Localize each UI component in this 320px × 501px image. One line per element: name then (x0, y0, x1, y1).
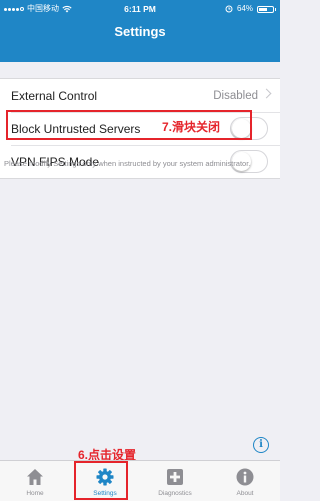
tab-bar: Home Settings Diagnostics About (0, 460, 280, 501)
settings-note: Please modify Settings only when instruc… (4, 159, 251, 168)
tab-label: Diagnostics (158, 490, 192, 497)
tab-diagnostics[interactable]: Diagnostics (140, 461, 210, 501)
tab-label: Home (26, 490, 44, 497)
status-bar: 中国移动 6:11 PM 64% (0, 0, 280, 18)
setting-value: Disabled (213, 89, 258, 102)
home-icon (27, 469, 43, 485)
tab-home[interactable]: Home (0, 461, 70, 501)
page-title: Settings (114, 24, 166, 39)
plus-icon (167, 469, 183, 485)
battery-percent: 64% (236, 4, 253, 13)
info-icon (236, 468, 254, 486)
tab-about[interactable]: About (210, 461, 280, 501)
tab-label: About (236, 490, 254, 497)
battery-icon (257, 5, 276, 13)
alarm-icon (225, 5, 233, 13)
annotation-step-7: 7.滑块关闭 (162, 120, 221, 134)
chevron-right-icon (261, 88, 272, 99)
setting-label: External Control (11, 88, 98, 103)
header-bar: 中国移动 6:11 PM 64% Settings (0, 0, 280, 62)
info-button-icon[interactable]: i (253, 437, 269, 453)
setting-external-control[interactable]: External Control Disabled (0, 79, 280, 112)
battery-fill (259, 7, 267, 11)
annotation-box-settings-tab (74, 461, 128, 500)
status-right: 64% (225, 0, 276, 18)
